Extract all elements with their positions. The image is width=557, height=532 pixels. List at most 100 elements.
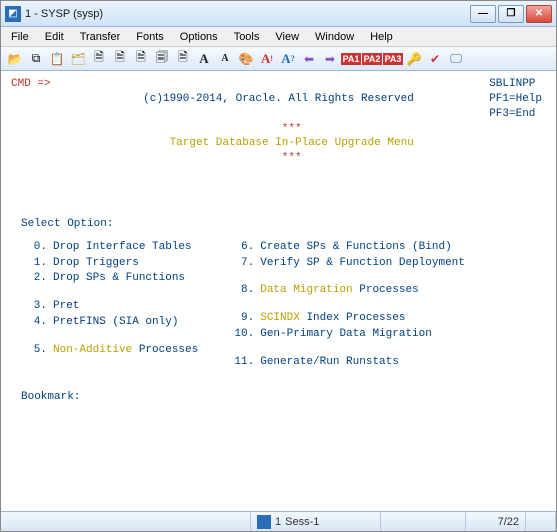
option-number: 2. xyxy=(21,271,47,286)
option-row[interactable]: 5. Non-Additive Processes xyxy=(21,343,198,358)
option-label[interactable]: Drop Triggers xyxy=(53,256,139,271)
option-label[interactable]: Drop SPs & Functions xyxy=(53,271,185,286)
option-label[interactable]: Data Migration Processes xyxy=(260,283,418,298)
window-controls: — ❐ ✕ xyxy=(470,5,552,23)
check-icon[interactable]: ✔ xyxy=(425,49,445,69)
options-left-column: 0.Drop Interface Tables1.Drop Triggers2.… xyxy=(21,240,198,370)
pf3-end: PF3=End xyxy=(489,107,542,122)
bookmark-label: Bookmark: xyxy=(21,390,546,405)
session-number: 1 xyxy=(275,516,281,528)
statusbar: 1 Sess-1 7/22 xyxy=(1,511,556,531)
key-icon[interactable]: 🔑 xyxy=(404,49,424,69)
option-label[interactable]: Generate/Run Runstats xyxy=(260,355,399,370)
option-label[interactable]: SCINDX Index Processes xyxy=(260,311,405,326)
menu-help[interactable]: Help xyxy=(362,29,401,45)
menu-tools[interactable]: Tools xyxy=(226,29,268,45)
maximize-button[interactable]: ❐ xyxy=(498,5,524,23)
window-title: 1 - SYSP (sysp) xyxy=(25,8,470,20)
open-icon[interactable]: 📂 xyxy=(5,49,25,69)
option-row[interactable]: 9. SCINDX Index Processes xyxy=(228,311,465,326)
font-large-icon[interactable]: A xyxy=(194,49,214,69)
screen-id: SBLINPP xyxy=(489,77,542,92)
doc3-icon[interactable]: 🗎 xyxy=(131,49,151,69)
menu-edit[interactable]: Edit xyxy=(37,29,72,45)
option-number: 1. xyxy=(21,256,47,271)
font-small-icon[interactable]: A xyxy=(215,49,235,69)
copyright-line: (c)1990-2014, Oracle. All Rights Reserve… xyxy=(11,92,546,107)
option-number: 4. xyxy=(21,315,47,330)
doc1-icon[interactable]: 🗎 xyxy=(89,49,109,69)
font-a-blue-icon[interactable]: A? xyxy=(278,49,298,69)
option-label[interactable]: Drop Interface Tables xyxy=(53,240,192,255)
option-row xyxy=(228,299,465,310)
option-number: 3. xyxy=(21,299,47,314)
option-row xyxy=(228,271,465,282)
option-number: 8. xyxy=(228,283,254,298)
option-row[interactable]: 7. Verify SP & Function Deployment xyxy=(228,256,465,271)
status-left xyxy=(1,512,251,531)
app-icon: ◩ xyxy=(5,6,21,22)
option-number: 5. xyxy=(21,343,47,358)
option-label[interactable]: Gen-Primary Data Migration xyxy=(260,327,432,342)
palette-icon[interactable]: 🎨 xyxy=(236,49,256,69)
cmd-prompt[interactable]: CMD => xyxy=(11,77,546,92)
menubar: File Edit Transfer Fonts Options Tools V… xyxy=(1,27,556,47)
option-label[interactable]: PretFINS (SIA only) xyxy=(53,315,178,330)
screen-icon[interactable]: 🖵 xyxy=(446,49,466,69)
copy-icon[interactable]: ⧉ xyxy=(26,49,46,69)
top-right-info: SBLINPP PF1=Help PF3=End xyxy=(489,77,542,122)
font-a-red-icon[interactable]: A! xyxy=(257,49,277,69)
paste-icon[interactable]: 📋 xyxy=(47,49,67,69)
option-row[interactable]: 8. Data Migration Processes xyxy=(228,283,465,298)
option-row[interactable]: 10. Gen-Primary Data Migration xyxy=(228,327,465,342)
option-number: 7. xyxy=(228,256,254,271)
option-row xyxy=(21,331,198,342)
menu-window[interactable]: Window xyxy=(307,29,362,45)
option-row[interactable]: 2. Drop SPs & Functions xyxy=(21,271,198,286)
option-label[interactable]: Verify SP & Function Deployment xyxy=(260,256,465,271)
close-button[interactable]: ✕ xyxy=(526,5,552,23)
option-label[interactable]: Non-Additive Processes xyxy=(53,343,198,358)
option-row[interactable]: 1. Drop Triggers xyxy=(21,256,198,271)
menu-options[interactable]: Options xyxy=(172,29,226,45)
option-label[interactable]: Pret xyxy=(53,299,79,314)
left-arrow-icon[interactable]: ⬅ xyxy=(299,49,319,69)
cursor-position: 7/22 xyxy=(466,512,526,531)
minimize-button[interactable]: — xyxy=(470,5,496,23)
option-number: 10. xyxy=(228,327,254,342)
option-row xyxy=(21,287,198,298)
pa1-button[interactable]: PA1 xyxy=(341,49,361,69)
option-number: 0. xyxy=(21,240,47,255)
option-label[interactable]: Create SPs & Functions (Bind) xyxy=(260,240,451,255)
menu-file[interactable]: File xyxy=(3,29,37,45)
menu-title-line: *** Target Database In-Place Upgrade Men… xyxy=(11,107,546,181)
pa2-button[interactable]: PA2 xyxy=(362,49,382,69)
folder-icon[interactable]: 🗂 xyxy=(68,49,88,69)
pf1-help: PF1=Help xyxy=(489,92,542,107)
session-name: Sess-1 xyxy=(285,516,319,528)
status-session[interactable]: 1 Sess-1 xyxy=(251,512,381,531)
right-arrow-icon[interactable]: ➡ xyxy=(320,49,340,69)
doc4-icon[interactable]: 🗎 xyxy=(173,49,193,69)
menu-view[interactable]: View xyxy=(267,29,307,45)
doc2-icon[interactable]: 🗎 xyxy=(110,49,130,69)
option-row[interactable]: 0. Drop Interface Tables xyxy=(21,240,198,255)
terminal-area[interactable]: SBLINPP PF1=Help PF3=End CMD => (c)1990-… xyxy=(1,71,556,511)
pa3-button[interactable]: PA3 xyxy=(383,49,403,69)
menu-fonts[interactable]: Fonts xyxy=(128,29,172,45)
option-row[interactable]: 3. Pret xyxy=(21,299,198,314)
menu-transfer[interactable]: Transfer xyxy=(72,29,129,45)
option-number: 9. xyxy=(228,311,254,326)
status-middle xyxy=(381,512,466,531)
option-row[interactable]: 6. Create SPs & Functions (Bind) xyxy=(228,240,465,255)
select-option-label: Select Option: xyxy=(21,217,546,232)
status-end xyxy=(526,512,556,531)
option-number: 11. xyxy=(228,355,254,370)
titlebar: ◩ 1 - SYSP (sysp) — ❐ ✕ xyxy=(1,1,556,27)
option-number: 6. xyxy=(228,240,254,255)
option-row[interactable]: 11. Generate/Run Runstats xyxy=(228,355,465,370)
toolbar: 📂 ⧉ 📋 🗂 🗎 🗎 🗎 🗐 🗎 A A 🎨 A! A? ⬅ ➡ PA1 PA… xyxy=(1,47,556,71)
option-row[interactable]: 4. PretFINS (SIA only) xyxy=(21,315,198,330)
option-row xyxy=(228,343,465,354)
doc-stack-icon[interactable]: 🗐 xyxy=(152,49,172,69)
